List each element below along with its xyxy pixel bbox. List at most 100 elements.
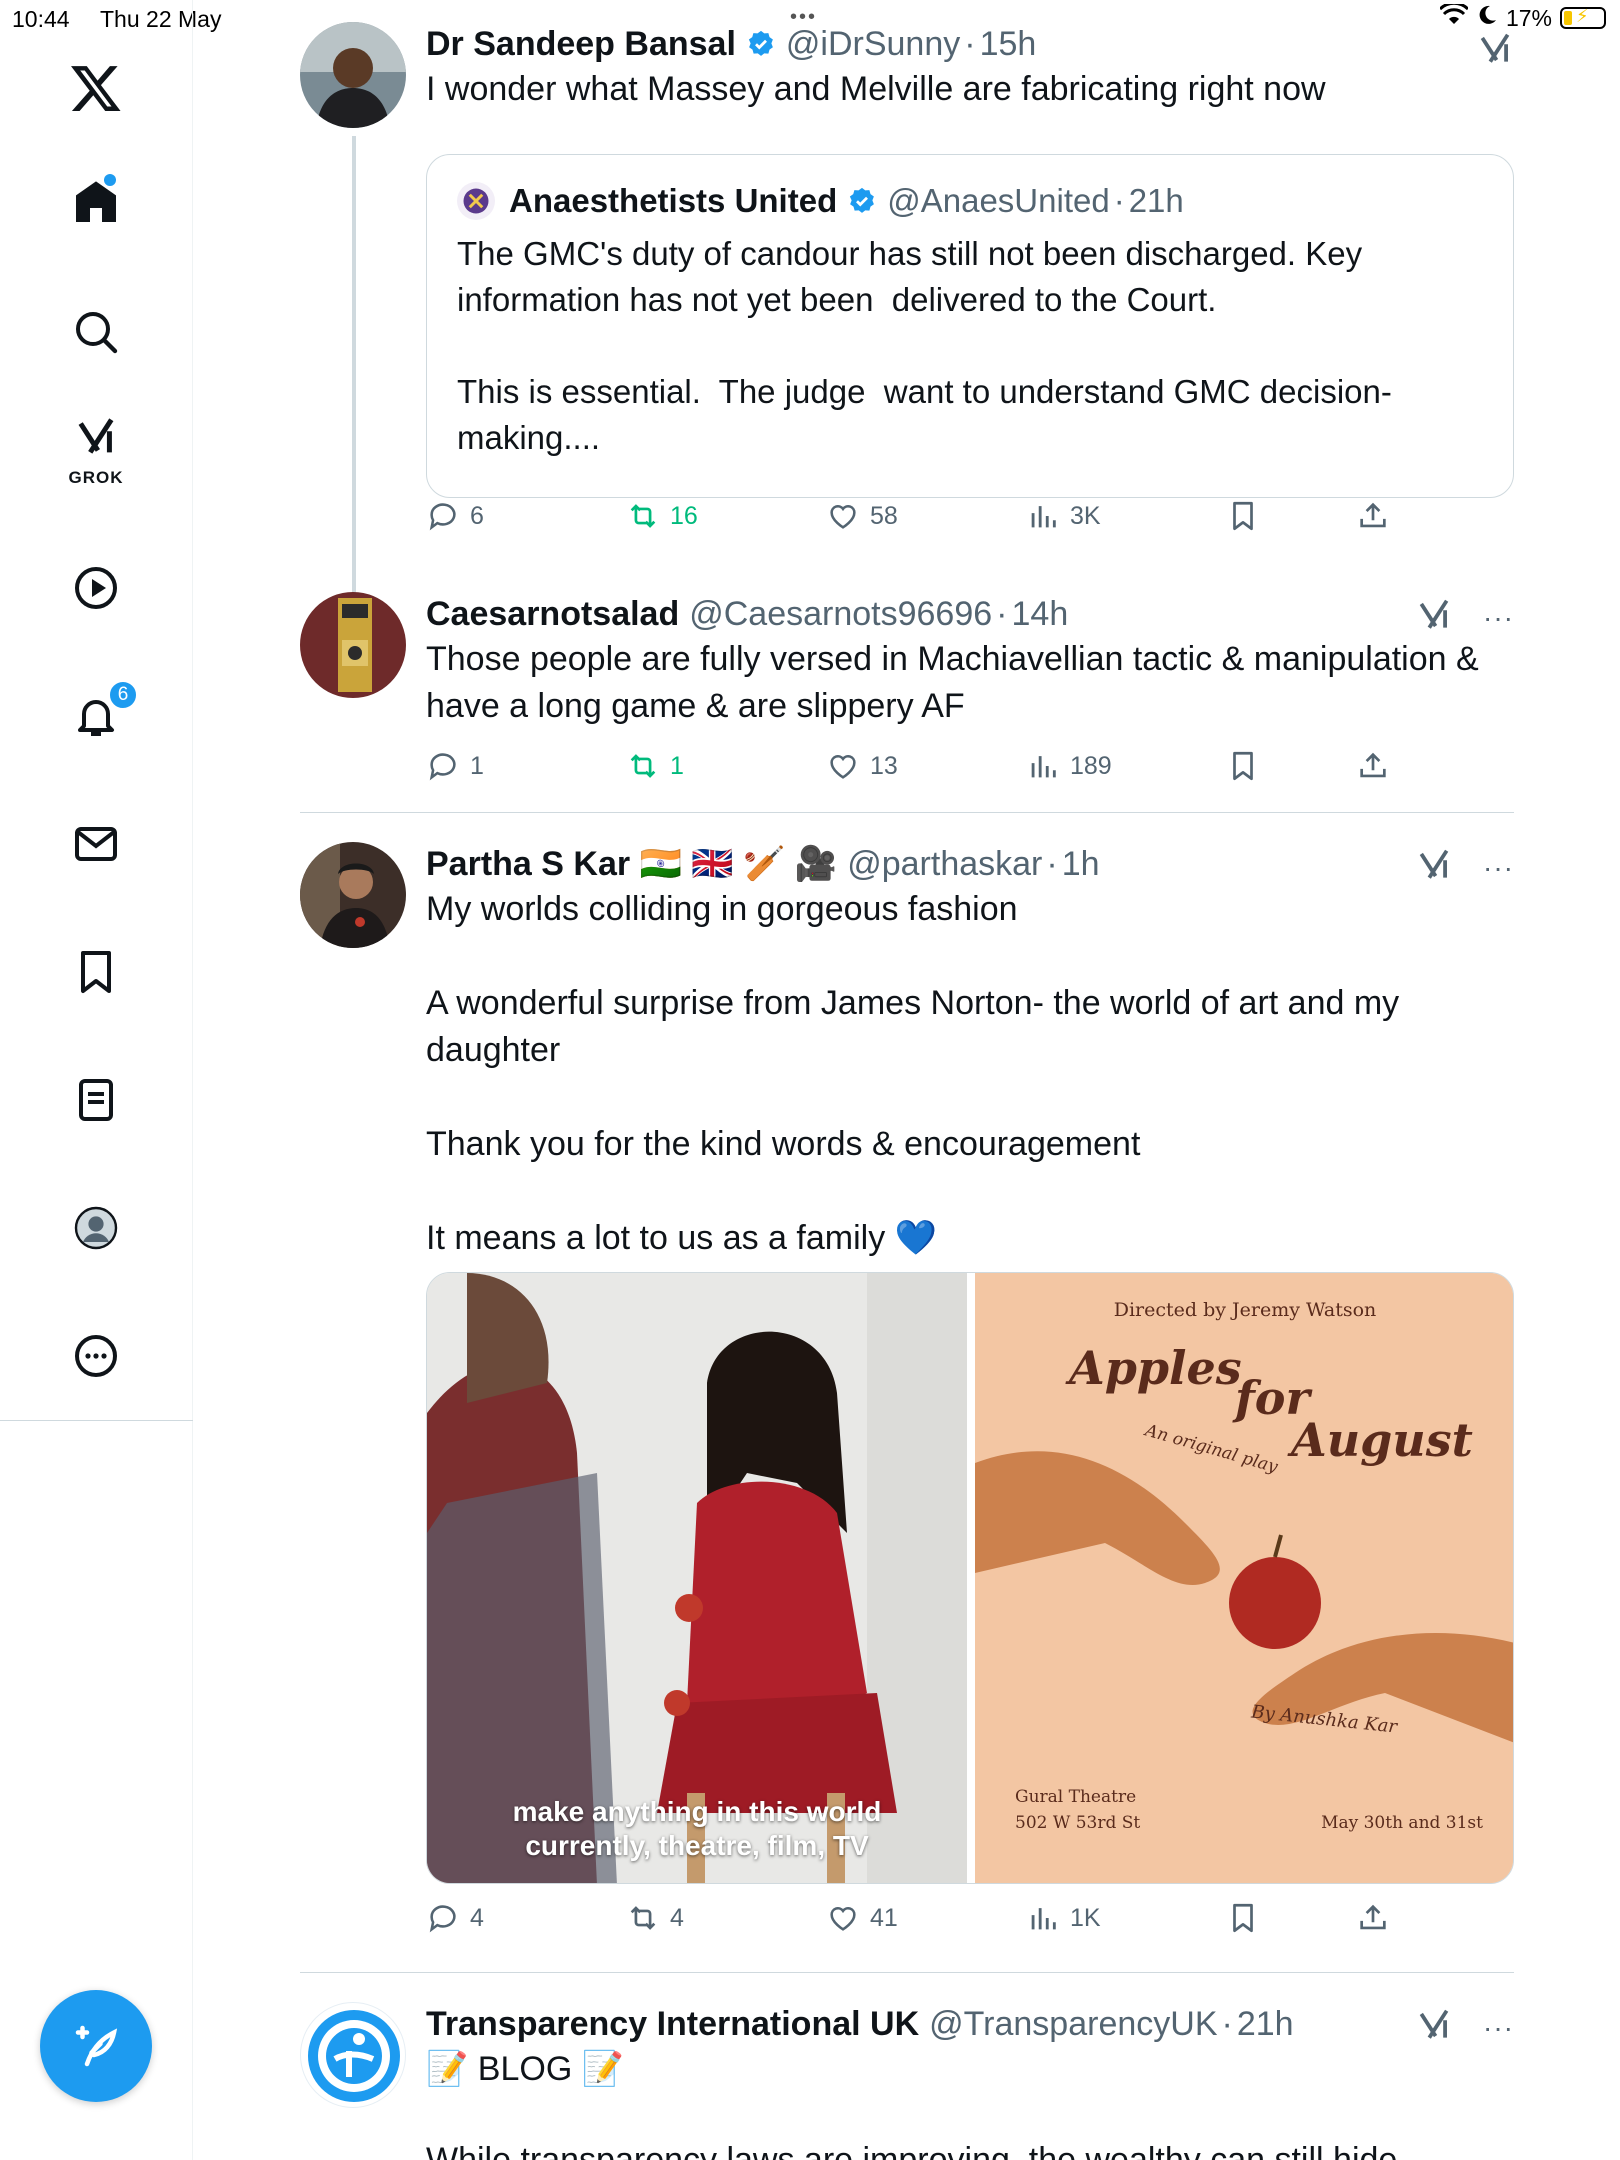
grok-explain-icon[interactable] — [1415, 2006, 1453, 2049]
author-handle[interactable]: @iDrSunny — [786, 25, 960, 64]
bookmark-button[interactable] — [1226, 1896, 1260, 1940]
author-handle[interactable]: @parthaskar — [847, 845, 1042, 884]
share-icon — [1360, 502, 1386, 528]
nav-home[interactable] — [56, 162, 136, 242]
bookmark-icon — [1233, 751, 1253, 781]
nav-grok[interactable]: GROK — [56, 408, 136, 488]
more-options-icon[interactable]: ··· — [1483, 603, 1514, 631]
tweet[interactable]: Caesarnotsalad @Caesarnots96696 · 14h Th… — [300, 592, 1514, 808]
more-options-icon[interactable]: ··· — [1483, 2013, 1514, 2041]
tweet-actions: 4 4 41 1K — [426, 1896, 1426, 1940]
repost-button[interactable]: 4 — [626, 1896, 684, 1940]
video-frame-illustration — [427, 1273, 967, 1883]
quote-header: Anaesthetists United @AnaesUnited · 21h — [457, 179, 1483, 223]
grok-explain-icon[interactable] — [1415, 846, 1453, 889]
thread-line — [352, 136, 356, 606]
like-count: 13 — [870, 751, 898, 780]
repost-count: 16 — [670, 501, 698, 530]
grok-label: GROK — [68, 468, 124, 487]
grok-explain-icon[interactable] — [1415, 596, 1453, 639]
tweet[interactable]: Partha S Kar 🇮🇳 🇬🇧 🏏 🎥 @parthaskar · 1h … — [300, 842, 1514, 1940]
timestamp[interactable]: 1h — [1062, 845, 1100, 884]
views-button[interactable]: 189 — [1026, 744, 1112, 788]
timestamp[interactable]: 21h — [1237, 2005, 1294, 2044]
heart-icon — [830, 505, 856, 529]
tweet[interactable]: Transparency International UK @Transpare… — [300, 2002, 1514, 2160]
like-button[interactable]: 13 — [826, 744, 898, 788]
nav-video[interactable] — [56, 548, 136, 628]
left-navigation: GROK 6 — [0, 0, 193, 2160]
grok-icon — [78, 418, 114, 454]
analytics-icon — [1031, 1908, 1056, 1930]
repost-icon — [630, 1906, 656, 1930]
search-icon — [76, 312, 118, 354]
quote-avatar — [457, 182, 495, 220]
tweet-divider — [300, 812, 1514, 813]
more-circle-icon — [75, 1335, 117, 1377]
share-button[interactable] — [1356, 744, 1390, 788]
share-icon — [1360, 1904, 1386, 1930]
avatar[interactable] — [300, 592, 406, 698]
author-name[interactable]: Caesarnotsalad — [426, 595, 679, 634]
reply-count: 6 — [470, 501, 484, 530]
tweet-header-actions — [1476, 30, 1514, 73]
timestamp[interactable]: 14h — [1012, 595, 1069, 634]
tweet-header-actions: ··· — [1415, 846, 1514, 889]
like-button[interactable]: 58 — [826, 494, 898, 538]
compose-post-button[interactable] — [40, 1990, 152, 2102]
more-options-icon[interactable]: ··· — [1483, 853, 1514, 881]
tweet-header-actions: ··· — [1415, 2006, 1514, 2049]
reply-button[interactable]: 4 — [426, 1896, 484, 1940]
repost-icon — [630, 754, 656, 778]
nav-profile[interactable] — [56, 1188, 136, 1268]
nav-lists[interactable] — [56, 1060, 136, 1140]
bookmark-button[interactable] — [1226, 744, 1260, 788]
avatar[interactable] — [300, 842, 406, 948]
like-button[interactable]: 41 — [826, 1896, 898, 1940]
reply-button[interactable]: 6 — [426, 494, 484, 538]
nav-bookmarks[interactable] — [56, 932, 136, 1012]
home-unread-dot — [104, 174, 116, 186]
author-handle[interactable]: @Caesarnots96696 — [689, 595, 992, 634]
media-poster[interactable]: Directed by Jeremy Watson Apples for Aug… — [975, 1273, 1513, 1883]
views-button[interactable]: 3K — [1026, 494, 1101, 538]
reply-button[interactable]: 1 — [426, 744, 484, 788]
repost-button[interactable]: 16 — [626, 494, 698, 538]
mail-icon — [75, 827, 117, 861]
tweet-text-continued: While transparency laws are improving, t… — [426, 2141, 1398, 2160]
tweet-actions: 6 16 58 3K — [426, 494, 1426, 538]
tweet-text: 📝 BLOG 📝 — [426, 2050, 625, 2088]
author-name[interactable]: Dr Sandeep Bansal — [426, 25, 736, 64]
author-handle[interactable]: @TransparencyUK — [929, 2005, 1217, 2044]
x-logo-icon[interactable] — [56, 48, 136, 128]
tweet-text: My worlds colliding in gorgeous fashion … — [426, 890, 1400, 1257]
nav-more[interactable] — [56, 1316, 136, 1396]
analytics-icon — [1031, 506, 1056, 528]
repost-button[interactable]: 1 — [626, 744, 684, 788]
avatar[interactable] — [300, 2002, 406, 2108]
tweet-header: Transparency International UK @Transpare… — [426, 2004, 1294, 2044]
quote-author-handle: @AnaesUnited — [887, 182, 1110, 219]
author-name[interactable]: Partha S Kar 🇮🇳 🇬🇧 🏏 🎥 — [426, 844, 837, 884]
tweet[interactable]: Dr Sandeep Bansal @iDrSunny · 15h I wond… — [300, 22, 1514, 606]
grok-explain-icon[interactable] — [1476, 30, 1514, 73]
nav-notifications[interactable]: 6 — [56, 676, 138, 756]
profile-avatar-icon — [74, 1206, 118, 1250]
nav-messages[interactable] — [56, 804, 136, 884]
tweet-header: Caesarnotsalad @Caesarnots96696 · 14h — [426, 594, 1069, 634]
reply-icon — [429, 753, 456, 781]
author-name[interactable]: Transparency International UK — [426, 2005, 919, 2044]
video-caption: make anything in this world currently, t… — [512, 1796, 882, 1861]
nav-explore[interactable] — [56, 292, 136, 372]
quoted-tweet[interactable]: Anaesthetists United @AnaesUnited · 21h … — [426, 154, 1514, 498]
timestamp[interactable]: 15h — [980, 25, 1037, 64]
share-button[interactable] — [1356, 494, 1390, 538]
bookmark-button[interactable] — [1226, 494, 1260, 538]
media-video-still[interactable]: make anything in this world currently, t… — [427, 1273, 967, 1883]
verified-badge-icon — [746, 29, 776, 59]
share-button[interactable] — [1356, 1896, 1390, 1940]
bookmark-icon — [81, 951, 111, 993]
views-button[interactable]: 1K — [1026, 1896, 1101, 1940]
avatar[interactable] — [300, 22, 406, 128]
heart-icon — [830, 755, 856, 779]
